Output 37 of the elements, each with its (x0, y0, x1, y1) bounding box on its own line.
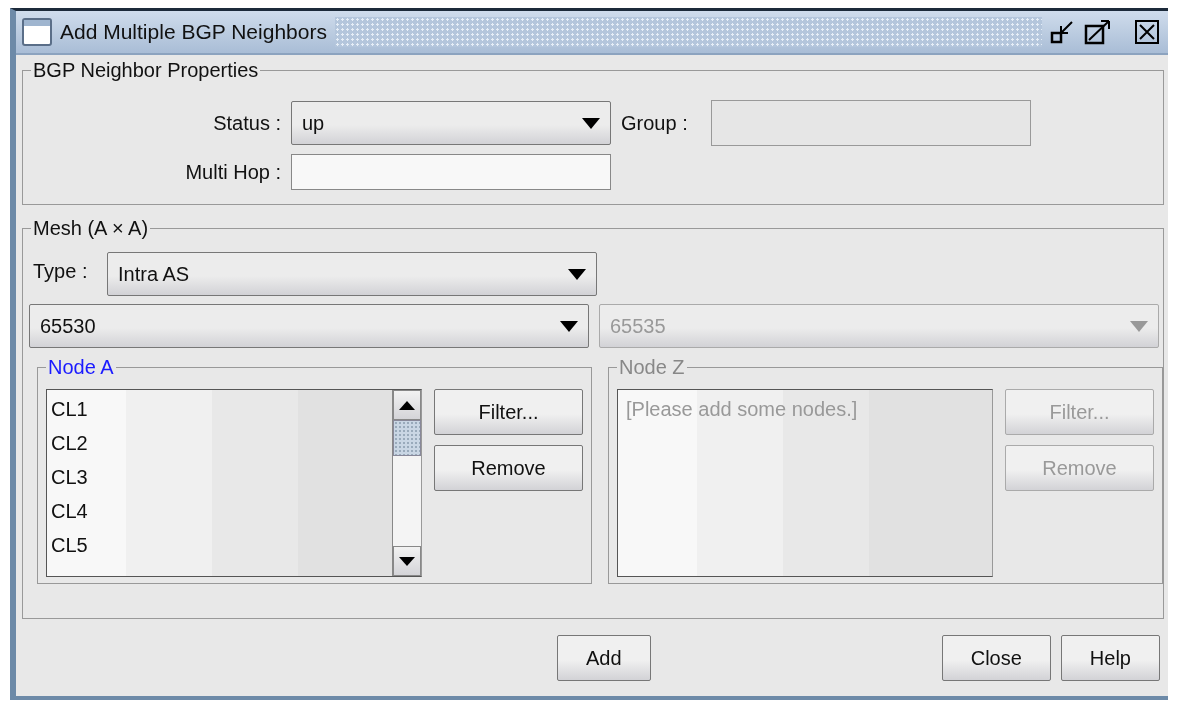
dropdown-arrow-icon (568, 268, 586, 280)
list-placeholder: [Please add some nodes.] (625, 397, 859, 422)
node-button[interactable]: Remove (434, 445, 583, 491)
node-list[interactable]: CL1 CL2 CL3 CL4 CL5 (46, 389, 422, 577)
group-title: Mesh (A × A) (32, 217, 150, 240)
list-item[interactable]: CL1 (51, 392, 388, 426)
minimize-icon[interactable] (1050, 19, 1076, 45)
multi-hop-label: Multi Hop : (184, 160, 281, 184)
list-item[interactable]: CL5 (51, 528, 388, 562)
status-dropdown[interactable]: up (291, 101, 611, 145)
close-icon[interactable] (1134, 19, 1160, 45)
scrollbar[interactable] (392, 390, 421, 576)
list-item[interactable]: CL2 (51, 426, 388, 460)
window-icon (22, 18, 52, 46)
list-item[interactable]: CL4 (51, 494, 388, 528)
node-button[interactable]: Filter... (434, 389, 583, 435)
scroll-thumb[interactable] (393, 420, 421, 456)
type-label: Type : (33, 260, 89, 283)
group-label: Group : (621, 111, 689, 135)
node-title: Node Z (618, 356, 686, 379)
dropdown-arrow-icon (582, 117, 600, 129)
multi-hop-field[interactable] (291, 154, 611, 190)
dropdown-arrow-icon (1130, 320, 1148, 332)
as-dropdown[interactable]: 65530 (29, 304, 589, 348)
list-item[interactable]: CL3 (51, 460, 388, 494)
group-title: BGP Neighbor Properties (32, 59, 260, 82)
dialog-button[interactable]: Help (1060, 635, 1160, 681)
dropdown-arrow-icon (560, 320, 578, 332)
maximize-icon[interactable] (1084, 18, 1112, 46)
status-label: Status : (212, 111, 281, 135)
window-title: Add Multiple BGP Neighbors (60, 20, 327, 44)
dialog-button[interactable]: Close (941, 635, 1051, 681)
node-title: Node A (47, 356, 115, 379)
scroll-down-icon[interactable] (399, 556, 415, 566)
dialog-button[interactable]: Add (557, 635, 651, 681)
type-dropdown[interactable]: Intra AS (107, 252, 597, 296)
scroll-up-icon[interactable] (399, 400, 415, 410)
